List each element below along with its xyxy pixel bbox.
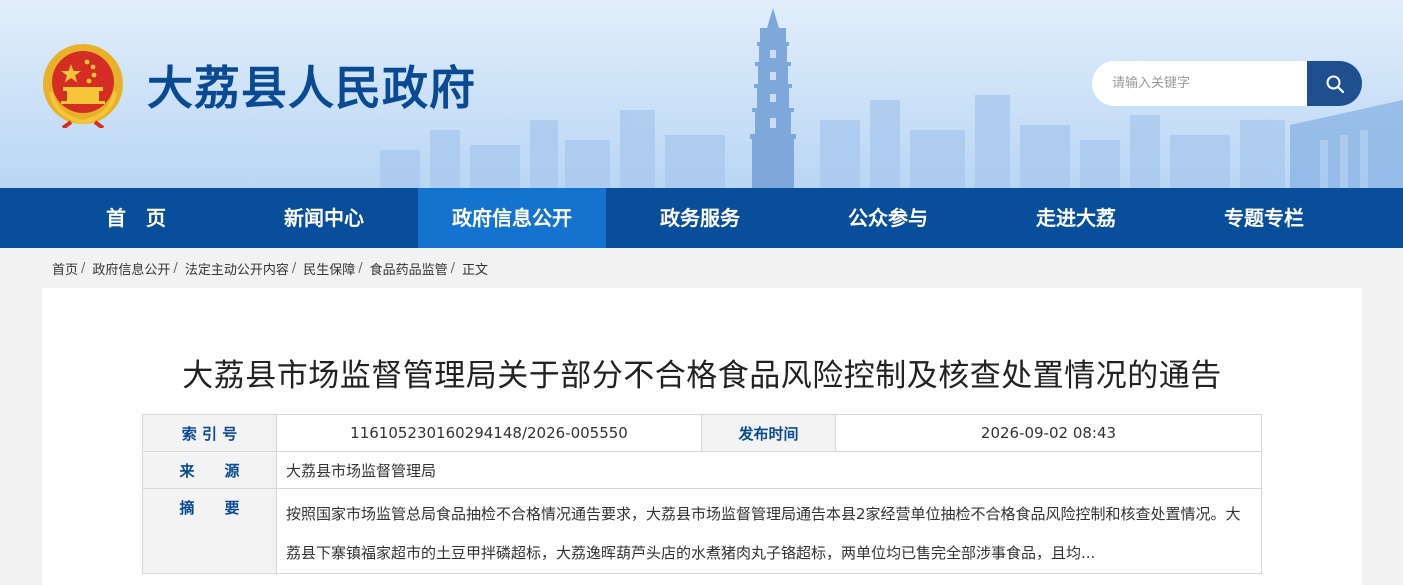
nav-item-news[interactable]: 新闻中心 (230, 188, 418, 248)
breadcrumb-separator: / (358, 260, 363, 276)
breadcrumb: 首页 / 政府信息公开 / 法定主动公开内容 / 民生保障 / 食品药品监管 /… (52, 258, 488, 278)
nav-item-home[interactable]: 首 页 (42, 188, 230, 248)
article-panel: 大荔县市场监督管理局关于部分不合格食品风险控制及核查处置情况的通告 索 引 号 … (42, 288, 1362, 585)
index-number-label: 索 引 号 (142, 414, 277, 452)
article-meta-table: 索 引 号 11610523016029414​8/2026-005550 发布… (142, 414, 1262, 574)
breadcrumb-separator: / (81, 260, 86, 276)
nav-item-topics[interactable]: 专题专栏 (1170, 188, 1358, 248)
source-label: 来 源 (142, 451, 277, 489)
table-row: 来 源 大荔县市场监督管理局 (142, 451, 1262, 489)
breadcrumb-separator: / (173, 260, 178, 276)
table-row: 摘 要 按照国家市场监管总局食品抽检不合格情况通告要求，大荔县市场监督管理局通告… (142, 488, 1262, 574)
publish-time-label: 发布时间 (701, 414, 836, 452)
breadcrumb-separator: / (291, 260, 297, 276)
publish-time-value: 2026-09-02 08:43 (835, 414, 1262, 452)
header-banner: 大荔县人民政府 (0, 0, 1403, 188)
search-button[interactable] (1307, 61, 1362, 106)
nav-item-participation[interactable]: 公众参与 (794, 188, 982, 248)
main-nav: 首 页 新闻中心 政府信息公开 政务服务 公众参与 走进大荔 专题专栏 (0, 188, 1403, 248)
breadcrumb-current: 正文 (462, 262, 489, 278)
table-row: 索 引 号 11610523016029414​8/2026-005550 发布… (142, 414, 1262, 452)
breadcrumb-link-statutory[interactable]: 法定主动公开内容 (185, 259, 289, 278)
nav-item-about[interactable]: 走进大荔 (982, 188, 1170, 248)
article-title: 大荔县市场监督管理局关于部分不合格食品风险控制及核查处置情况的通告 (182, 358, 1222, 394)
breadcrumb-link-gov-info[interactable]: 政府信息公开 (92, 259, 170, 278)
nav-item-gov-info[interactable]: 政府信息公开 (418, 188, 606, 248)
nav-item-services[interactable]: 政务服务 (606, 188, 794, 248)
abstract-value: 按照国家市场监管总局食品抽检不合格情况通告要求，大荔县市场监督管理局通告本县2家… (276, 488, 1262, 574)
site-title[interactable]: 大荔县人民政府 (147, 58, 476, 118)
source-value: 大荔县市场监督管理局 (276, 451, 1262, 489)
breadcrumb-link-livelihood[interactable]: 民生保障 (303, 259, 355, 278)
national-emblem-icon (43, 44, 123, 128)
breadcrumb-link-home[interactable]: 首页 (52, 259, 78, 278)
breadcrumb-link-food-drug[interactable]: 食品药品监管 (370, 259, 448, 278)
index-number-value: 11610523016029414​8/2026-005550 (276, 414, 702, 452)
search-box (1092, 61, 1362, 106)
abstract-label: 摘 要 (142, 488, 277, 574)
breadcrumb-separator: / (450, 260, 456, 276)
search-icon (1326, 75, 1344, 93)
search-input[interactable] (1092, 61, 1310, 106)
